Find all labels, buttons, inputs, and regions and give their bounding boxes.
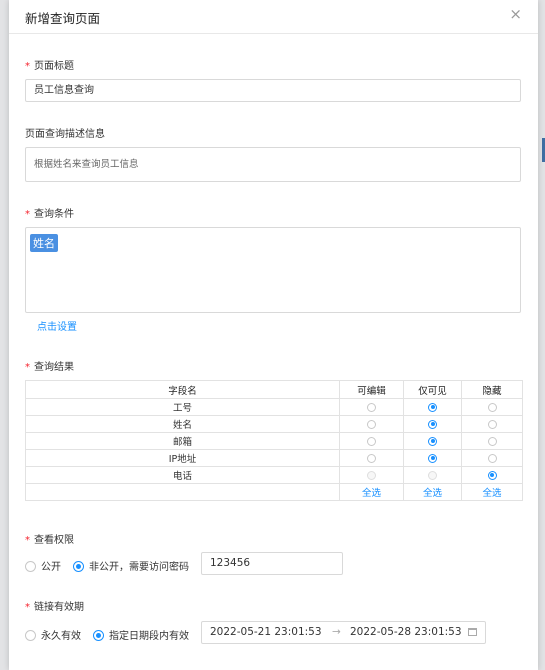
radio-hidden[interactable] [461,415,523,433]
table-header-row: 字段名 可编辑 仅可见 隐藏 [25,380,523,399]
radio-editable [339,466,404,484]
radio-visible[interactable] [403,449,462,467]
radio-hidden[interactable] [461,449,523,467]
radio-editable[interactable] [339,449,404,467]
add-query-page-dialog: 新增查询页面 × * 页面标题 员工信息查询 页面查询描述信息 根据姓名来查询员工… [9,0,538,670]
close-icon[interactable]: × [509,5,522,23]
radio-hidden[interactable] [461,466,523,484]
calendar-icon[interactable] [468,628,477,636]
table-row: 电话 [25,466,523,484]
field-name: 工号 [25,398,340,416]
radio-visible [403,466,462,484]
public-radio[interactable]: 公开 [25,558,61,573]
field-name: 邮箱 [25,432,340,450]
permission-label: * 查看权限 [25,531,74,546]
forever-radio[interactable]: 永久有效 [25,627,81,642]
range-label: 指定日期段内有效 [109,631,189,642]
range-radio[interactable]: 指定日期段内有效 [93,627,189,642]
radio-visible[interactable] [403,398,462,416]
radio-hidden[interactable] [461,398,523,416]
link-validity-label-text: 链接有效期 [34,602,84,613]
query-condition-label: * 查询条件 [25,205,74,220]
radio-editable[interactable] [339,415,404,433]
public-label: 公开 [41,562,61,573]
page-title-label-text: 页面标题 [34,61,74,72]
table-row: 工号 [25,398,523,416]
field-name: 姓名 [25,415,340,433]
required-mark: * [25,209,30,220]
column-header: 隐藏 [461,380,523,399]
range-arrow-icon: → [332,626,341,638]
radio-icon [25,560,36,572]
query-result-label-text: 查询结果 [34,362,74,373]
required-mark: * [25,535,30,546]
page-title-input[interactable]: 员工信息查询 [25,79,521,102]
select-all-hidden[interactable]: 全选 [461,483,523,501]
private-label: 非公开，需要访问密码 [89,562,189,573]
password-input[interactable]: 123456 [201,552,343,575]
radio-editable[interactable] [339,398,404,416]
field-name: IP地址 [25,449,340,467]
range-end[interactable]: 2022-05-28 23:01:53 [350,626,462,638]
table-row: 姓名 [25,415,523,433]
query-result-table: 字段名 可编辑 仅可见 隐藏 工号 姓名 邮箱 IP地址 电话 全选 全选 全选 [25,380,523,501]
select-all-editable[interactable]: 全选 [339,483,404,501]
required-mark: * [25,362,30,373]
condition-tag[interactable]: 姓名 [30,234,58,252]
column-header: 仅可见 [403,380,462,399]
permission-label-text: 查看权限 [34,535,74,546]
forever-label: 永久有效 [41,631,81,642]
required-mark: * [25,602,30,613]
select-all-visible[interactable]: 全选 [403,483,462,501]
link-validity-label: * 链接有效期 [25,598,84,613]
background-right [538,0,545,670]
background-left [0,0,9,670]
radio-visible[interactable] [403,432,462,450]
radio-editable[interactable] [339,432,404,450]
column-header: 字段名 [25,380,340,399]
table-row: 邮箱 [25,432,523,450]
page-title-label: * 页面标题 [25,57,74,72]
page-desc-label: 页面查询描述信息 [25,129,105,140]
table-row: IP地址 [25,449,523,467]
radio-icon [25,629,36,641]
dialog-title: 新增查询页面 [25,11,101,26]
radio-visible[interactable] [403,415,462,433]
query-condition-label-text: 查询条件 [34,209,74,220]
private-radio[interactable]: 非公开，需要访问密码 [73,558,189,573]
range-start[interactable]: 2022-05-21 23:01:53 [210,626,322,638]
select-all-row: 全选 全选 全选 [25,483,523,501]
radio-icon [93,629,104,641]
dialog-header: 新增查询页面 × [9,0,538,34]
empty-cell [25,483,340,501]
setting-link[interactable]: 点击设置 [37,318,77,333]
query-condition-box[interactable]: 姓名 [25,227,521,313]
page-desc-input[interactable]: 根据姓名来查询员工信息 [25,147,521,182]
column-header: 可编辑 [339,380,404,399]
radio-icon [73,560,84,572]
required-mark: * [25,61,30,72]
date-range-picker[interactable]: 2022-05-21 23:01:53 → 2022-05-28 23:01:5… [201,621,486,644]
field-name: 电话 [25,466,340,484]
radio-hidden[interactable] [461,432,523,450]
query-result-label: * 查询结果 [25,358,74,373]
